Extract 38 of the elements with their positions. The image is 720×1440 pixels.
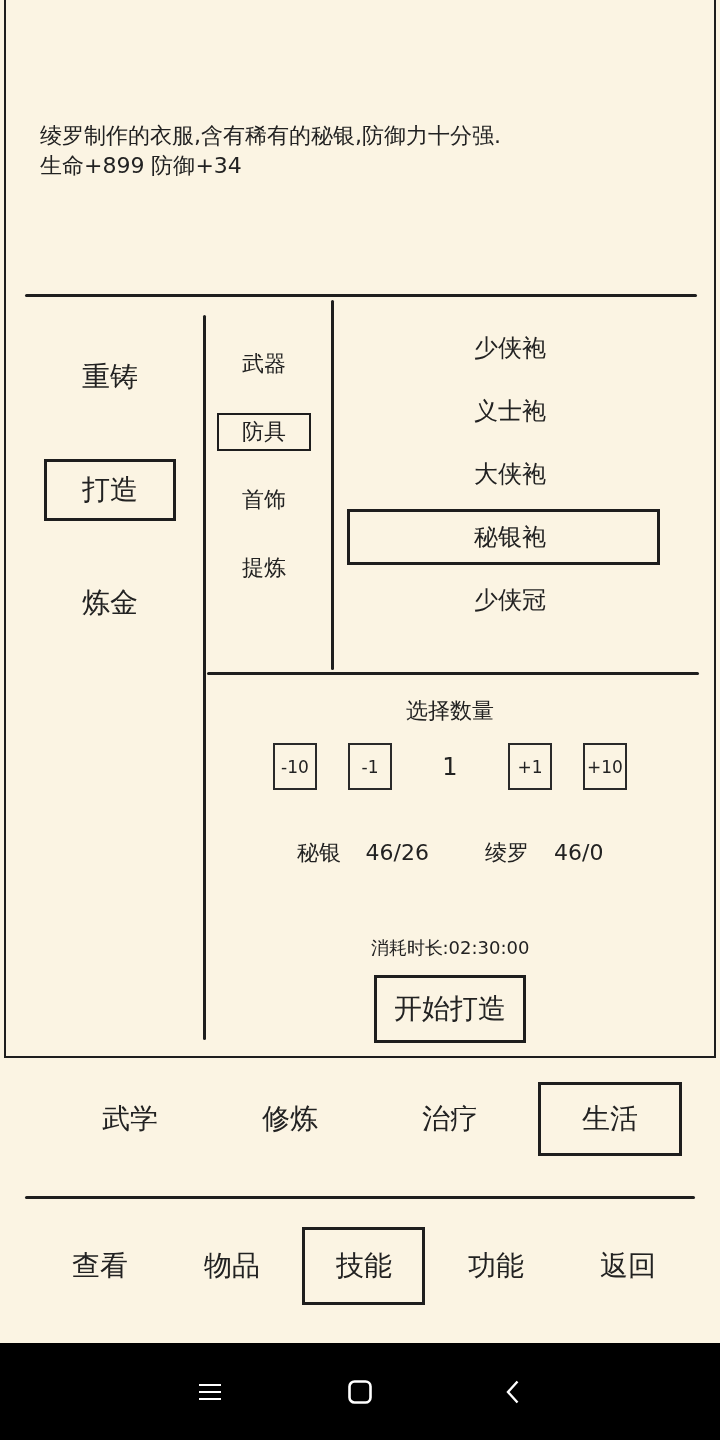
material-name: 秘银: [296, 839, 341, 867]
category-tab[interactable]: 武器: [217, 345, 311, 383]
start-crafting-button[interactable]: 开始打造: [374, 975, 526, 1043]
skill-tab[interactable]: 生活: [538, 1082, 682, 1156]
recipe-item[interactable]: 秘银袍: [347, 509, 660, 565]
category-tab[interactable]: 提炼: [217, 549, 311, 587]
item-stats: 生命+899 防御+34: [40, 152, 243, 180]
crafting-mode-tab[interactable]: 炼金: [44, 572, 176, 634]
bottom-tab[interactable]: 查看: [38, 1227, 161, 1305]
decrease-button[interactable]: -10: [273, 743, 317, 790]
crafting-mode-tab[interactable]: 重铸: [44, 346, 176, 408]
menu-icon[interactable]: [198, 1382, 222, 1401]
skill-tab[interactable]: 修炼: [218, 1082, 362, 1156]
crafting-mode-tab[interactable]: 打造: [44, 459, 176, 521]
increase-button[interactable]: +10: [583, 743, 627, 790]
recipe-item[interactable]: 少侠冠: [347, 572, 660, 628]
increase-button[interactable]: +1: [508, 743, 552, 790]
bottom-tab[interactable]: 功能: [434, 1227, 557, 1305]
material-amount: 46/0: [554, 839, 604, 867]
bottom-tab[interactable]: 返回: [566, 1227, 689, 1305]
skill-tab[interactable]: 武学: [58, 1082, 202, 1156]
square-icon[interactable]: [348, 1379, 372, 1404]
back-icon[interactable]: [506, 1379, 519, 1404]
quantity-title: 选择数量: [406, 697, 494, 725]
recipe-item[interactable]: 大侠袍: [347, 446, 660, 502]
decrease-button[interactable]: -1: [348, 743, 392, 790]
recipe-item[interactable]: 义士袍: [347, 383, 660, 439]
skill-tab[interactable]: 治疗: [378, 1082, 522, 1156]
category-tab[interactable]: 防具: [217, 413, 311, 451]
item-description: 绫罗制作的衣服,含有稀有的秘银,防御力十分强.: [40, 122, 502, 150]
bottom-tab[interactable]: 物品: [170, 1227, 293, 1305]
recipe-item[interactable]: 少侠袍: [347, 320, 660, 376]
bottom-tab[interactable]: 技能: [302, 1227, 425, 1305]
material-name: 绫罗: [485, 839, 529, 867]
category-tab[interactable]: 首饰: [217, 481, 311, 519]
duration-text: 消耗时长:02:30:00: [370, 937, 530, 959]
material-amount: 46/26: [365, 839, 429, 867]
quantity-value: 1: [441, 751, 459, 782]
